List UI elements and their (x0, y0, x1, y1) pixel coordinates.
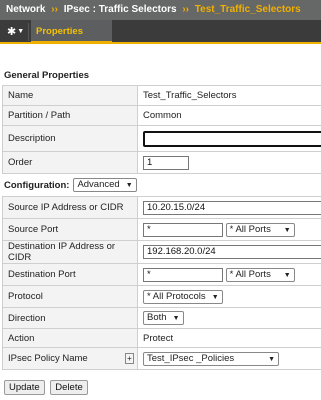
chevron-down-icon: ▼ (125, 182, 133, 189)
description-label: Description (2, 125, 138, 152)
name-value: Test_Traffic_Selectors (137, 85, 321, 106)
general-properties-table: Name Test_Traffic_Selectors Partition / … (2, 85, 321, 174)
gear-icon: ✱ (7, 26, 17, 38)
update-button[interactable]: Update (4, 380, 45, 395)
source-port-select[interactable]: * All Ports ▼ (225, 222, 295, 237)
partition-label: Partition / Path (2, 105, 138, 126)
add-policy-button[interactable]: + (125, 353, 134, 364)
configuration-mode-select[interactable]: Advanced ▼ (73, 178, 137, 192)
action-label: Action (2, 328, 138, 348)
table-row: Protocol * All Protocols ▼ (2, 285, 321, 308)
source-port-label: Source Port (2, 218, 138, 241)
tab-properties[interactable]: Properties (31, 20, 112, 44)
order-label: Order (2, 151, 138, 174)
chevron-down-icon: ▼ (211, 293, 219, 301)
source-port-select-value: * All Ports (229, 223, 271, 235)
description-input[interactable] (143, 130, 321, 147)
direction-label: Direction (2, 307, 138, 329)
dest-port-label: Destination Port (2, 263, 138, 286)
chevron-down-icon: ▼ (17, 28, 25, 36)
table-row: Order 1 (2, 151, 321, 174)
source-ip-input[interactable]: 10.20.15.0/24 (143, 200, 321, 215)
chevron-down-icon: ▼ (172, 315, 180, 322)
direction-select[interactable]: Both ▼ (143, 311, 184, 325)
table-row: Destination Port * * All Ports ▼ (2, 263, 321, 286)
general-properties-title: General Properties (4, 70, 90, 81)
dest-port-select-value: * All Ports (229, 268, 271, 280)
table-row: Description (2, 125, 321, 152)
protocol-select[interactable]: * All Protocols ▼ (143, 289, 223, 304)
table-row: Direction Both ▼ (2, 307, 321, 329)
table-row: Destination IP Address or CIDR 192.168.2… (2, 240, 321, 264)
chevron-down-icon: ▼ (283, 271, 291, 279)
policy-label-cell: IPsec Policy Name + (2, 347, 138, 370)
table-row: Partition / Path Common (2, 105, 321, 126)
dest-port-input[interactable]: * (143, 267, 223, 282)
breadcrumb-network[interactable]: Network (6, 4, 45, 15)
policy-select[interactable]: Test_IPsec _Policies ▼ (143, 351, 279, 366)
dest-ip-input[interactable]: 192.168.20.0/24 (143, 245, 321, 259)
dest-ip-label: Destination IP Address or CIDR (2, 240, 138, 264)
gear-menu-button[interactable]: ✱▼ (4, 23, 29, 41)
policy-label: IPsec Policy Name (8, 353, 88, 364)
delete-button[interactable]: Delete (50, 380, 88, 395)
breadcrumb-ipsec-traffic-selectors[interactable]: IPsec : Traffic Selectors (64, 4, 177, 15)
breadcrumb-separator: ›› (182, 4, 189, 15)
form-actions: Update Delete (4, 380, 91, 395)
breadcrumb-current: Test_Traffic_Selectors (194, 4, 301, 15)
order-input[interactable]: 1 (143, 155, 189, 170)
chevron-down-icon: ▼ (283, 226, 291, 234)
source-port-input[interactable]: * (143, 222, 223, 237)
table-row: Source Port * * All Ports ▼ (2, 218, 321, 241)
tab-bar: ✱▼ Properties (0, 20, 321, 44)
configuration-title: Configuration: (4, 179, 70, 191)
protocol-label: Protocol (2, 285, 138, 308)
breadcrumb-separator: ›› (51, 4, 58, 15)
configuration-table: Source IP Address or CIDR 10.20.15.0/24 … (2, 196, 321, 370)
table-row: Action Protect (2, 328, 321, 348)
policy-select-value: Test_IPsec _Policies (147, 352, 235, 364)
table-row: Name Test_Traffic_Selectors (2, 85, 321, 106)
table-row: Source IP Address or CIDR 10.20.15.0/24 (2, 196, 321, 219)
breadcrumb: Network ›› IPsec : Traffic Selectors ›› … (0, 0, 321, 20)
configuration-mode-value: Advanced (77, 179, 120, 190)
name-label: Name (2, 85, 138, 106)
chevron-down-icon: ▼ (268, 355, 275, 363)
dest-port-select[interactable]: * All Ports ▼ (225, 267, 295, 282)
configuration-header: Configuration: Advanced ▼ (4, 178, 137, 192)
source-ip-label: Source IP Address or CIDR (2, 196, 138, 219)
table-row: IPsec Policy Name + Test_IPsec _Policies… (2, 347, 321, 370)
direction-select-value: Both (147, 312, 167, 323)
partition-value: Common (137, 105, 321, 126)
action-value: Protect (137, 328, 321, 348)
protocol-select-value: * All Protocols (147, 290, 206, 302)
